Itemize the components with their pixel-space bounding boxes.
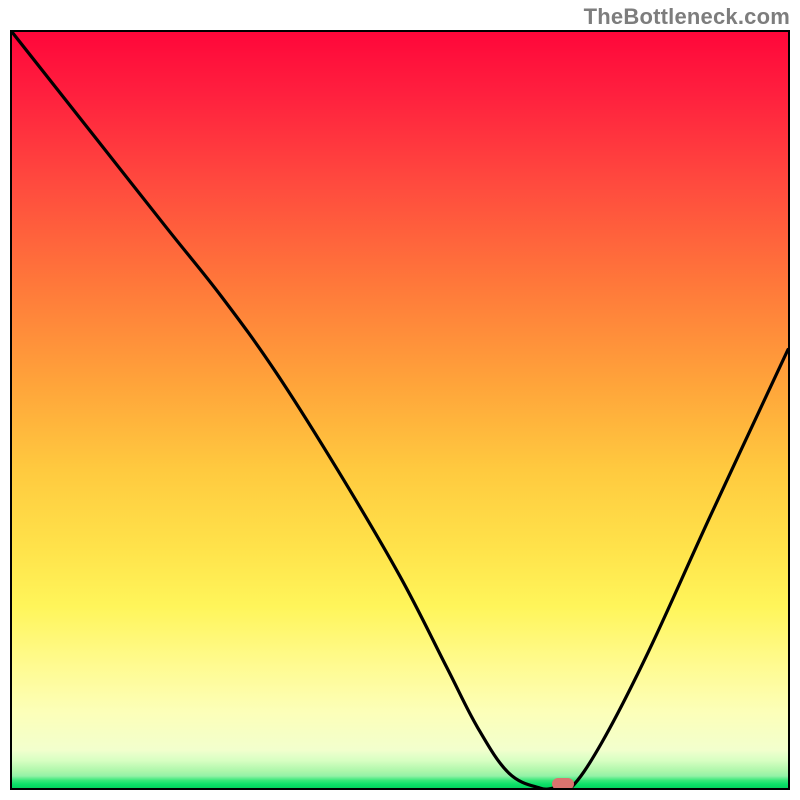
bottleneck-curve-path (12, 32, 788, 788)
watermark-text: TheBottleneck.com (584, 4, 790, 30)
curve-svg (12, 32, 788, 788)
chart-root: TheBottleneck.com (0, 0, 800, 800)
plot-area (10, 30, 790, 790)
